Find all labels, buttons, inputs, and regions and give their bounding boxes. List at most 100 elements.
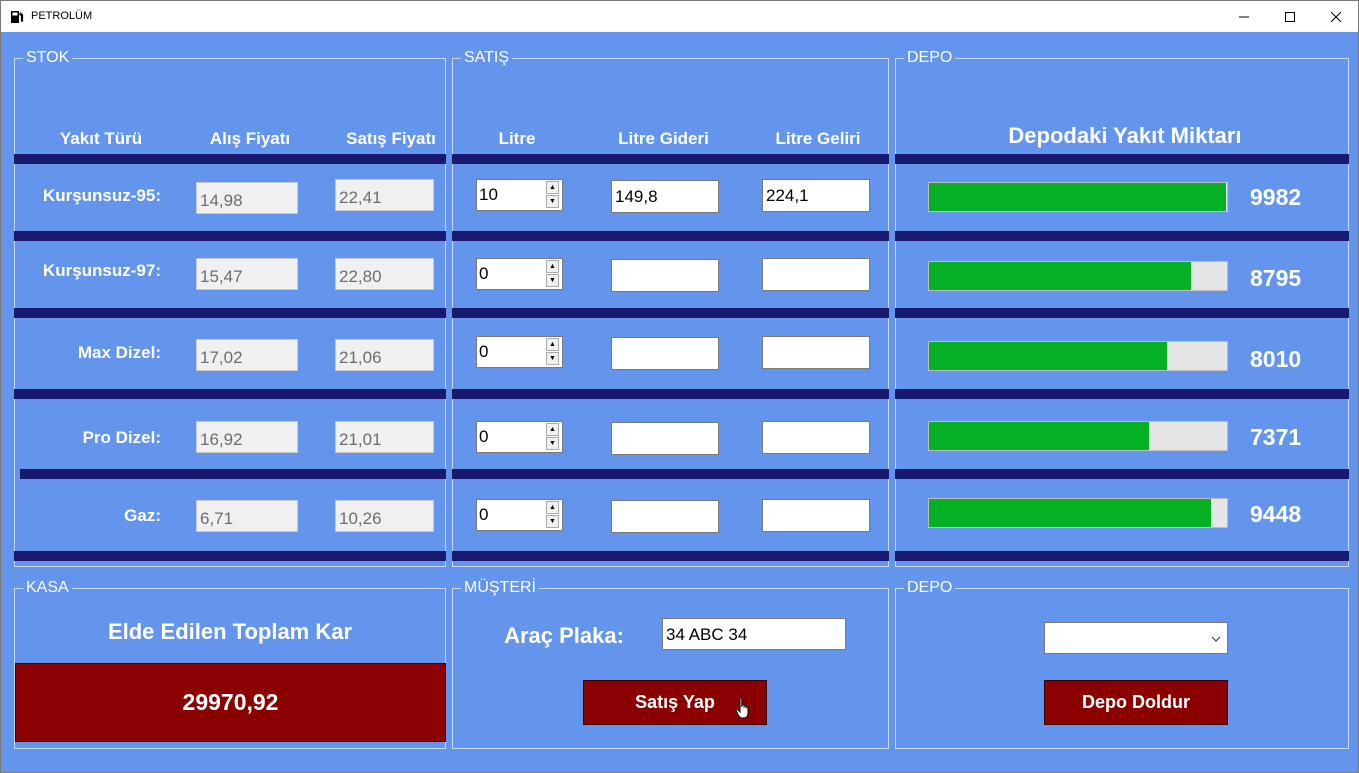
fuel-label-pro-dizel: Pro Dizel: [82, 428, 161, 447]
depot-level-bar-max-dizel [928, 341, 1228, 371]
sell-price-k97: 22,80 [335, 258, 434, 290]
close-button[interactable] [1313, 1, 1358, 32]
level-fill [929, 183, 1227, 211]
header-buy-price: Alış Fiyatı [209, 129, 291, 148]
litre-cost-max-dizel[interactable] [611, 337, 719, 370]
minimize-icon [1239, 16, 1249, 17]
header-fuel-type: Yakıt Türü [59, 129, 143, 148]
litre-spinner-max-dizel[interactable]: 0 ▲ ▼ [476, 336, 563, 368]
sale-divider-1 [452, 154, 889, 164]
maximize-button[interactable] [1267, 1, 1313, 32]
litre-cost-k95[interactable]: 149,8 [611, 180, 719, 213]
stock-divider-1 [14, 154, 446, 164]
spin-up-button[interactable]: ▲ [546, 260, 559, 273]
sale-divider-4 [452, 389, 889, 399]
sale-group-title: SATIŞ [461, 49, 513, 67]
spin-down-button[interactable]: ▼ [546, 274, 559, 287]
sell-price-gaz: 10,26 [335, 500, 434, 532]
chevron-down-icon [1211, 636, 1221, 642]
fill-depot-button[interactable]: Depo Doldur [1044, 680, 1228, 725]
litre-spinner-k97[interactable]: 0 ▲ ▼ [476, 258, 563, 290]
litre-value: 0 [479, 342, 489, 361]
spin-up-button[interactable]: ▲ [546, 338, 559, 351]
stock-divider-5 [20, 469, 446, 479]
depot-divider-6 [895, 551, 1349, 561]
fuel-pump-icon [11, 11, 24, 23]
litre-value: 0 [479, 427, 489, 446]
stock-divider-2 [14, 231, 446, 241]
window-title: PETROLÜM [31, 10, 93, 22]
plate-label: Araç Plaka: [504, 623, 624, 648]
stock-group-title: STOK [23, 49, 73, 67]
sell-price-pro-dizel: 21,01 [335, 421, 434, 453]
maximize-icon [1285, 11, 1295, 22]
litre-value: 0 [479, 505, 489, 524]
buy-price-max-dizel: 17,02 [196, 339, 298, 371]
form-client-area: STOK Yakıt Türü Alış Fiyatı Satış Fiyatı… [1, 32, 1358, 772]
litre-spinner-k95[interactable]: 10 ▲ ▼ [476, 179, 563, 211]
sell-price-k95: 22,41 [335, 179, 434, 211]
litre-value: 0 [479, 264, 489, 283]
litre-cost-gaz[interactable] [611, 500, 719, 533]
app-window: PETROLÜM STOK Yakıt Türü Alış Fiyatı Sat… [0, 0, 1359, 773]
stock-divider-4 [14, 389, 446, 399]
depot-divider-1 [895, 154, 1349, 164]
sell-price-max-dizel: 21,06 [335, 339, 434, 371]
level-fill [929, 262, 1192, 290]
buy-price-pro-dizel: 16,92 [196, 421, 298, 453]
spin-down-button[interactable]: ▼ [546, 352, 559, 365]
plate-input[interactable]: 34 ABC 34 [662, 618, 846, 650]
litre-revenue-gaz[interactable] [762, 499, 870, 532]
level-fill [929, 422, 1149, 450]
fuel-label-k95: Kurşunsuz-95: [42, 186, 161, 205]
customer-group-title: MÜŞTERİ [461, 579, 539, 597]
spin-down-button[interactable]: ▼ [546, 515, 559, 528]
fuel-label-gaz: Gaz: [124, 506, 161, 525]
spin-up-button[interactable]: ▲ [546, 181, 559, 194]
litre-spinner-pro-dizel[interactable]: 0 ▲ ▼ [476, 421, 563, 453]
header-sell-price: Satış Fiyatı [346, 129, 436, 148]
depot-divider-4 [895, 389, 1349, 399]
depot-divider-3 [895, 308, 1349, 318]
title-bar: PETROLÜM [1, 1, 1358, 32]
buy-price-k95: 14,98 [196, 182, 298, 214]
litre-revenue-max-dizel[interactable] [762, 336, 870, 369]
sale-divider-5 [452, 469, 889, 479]
stock-divider-3 [14, 308, 446, 318]
buy-price-k97: 15,47 [196, 258, 298, 290]
depot-amount-max-dizel: 8010 [1250, 346, 1302, 372]
spin-down-button[interactable]: ▼ [546, 195, 559, 208]
hand-cursor-icon [735, 697, 749, 719]
depot-level-bar-gaz [928, 498, 1228, 528]
fuel-label-max-dizel: Max Dizel: [77, 343, 161, 362]
depot-level-bar-k95 [928, 182, 1228, 212]
litre-revenue-pro-dizel[interactable] [762, 421, 870, 454]
buy-price-gaz: 6,71 [196, 500, 298, 532]
header-litre-cost: Litre Gideri [618, 129, 709, 148]
minimize-button[interactable] [1221, 1, 1267, 32]
litre-cost-pro-dizel[interactable] [611, 422, 719, 455]
litre-cost-k97[interactable] [611, 259, 719, 292]
sale-divider-6 [452, 551, 889, 561]
depot-level-bar-k97 [928, 261, 1228, 291]
litre-value: 10 [479, 185, 498, 204]
litre-revenue-k95[interactable]: 224,1 [762, 179, 870, 212]
spin-up-button[interactable]: ▲ [546, 423, 559, 436]
depot-amount-k97: 8795 [1250, 265, 1302, 291]
litre-spinner-gaz[interactable]: 0 ▲ ▼ [476, 499, 563, 531]
level-fill [929, 499, 1211, 527]
litre-revenue-k97[interactable] [762, 258, 870, 291]
depot-heading: Depodaki Yakıt Miktarı [1008, 123, 1242, 148]
fuel-type-combobox[interactable] [1044, 622, 1228, 654]
sale-divider-2 [452, 231, 889, 241]
spin-up-button[interactable]: ▲ [546, 501, 559, 514]
depot-group-title: DEPO [904, 49, 956, 67]
depot-amount-pro-dizel: 7371 [1250, 424, 1302, 450]
cash-heading: Elde Edilen Toplam Kar [107, 619, 353, 644]
spin-down-button[interactable]: ▼ [546, 437, 559, 450]
close-icon [1331, 11, 1341, 22]
depot-amount-gaz: 9448 [1250, 501, 1302, 527]
depot-divider-5 [895, 469, 1349, 479]
total-profit-display: 29970,92 [15, 663, 446, 742]
depot-amount-k95: 9982 [1250, 184, 1302, 210]
